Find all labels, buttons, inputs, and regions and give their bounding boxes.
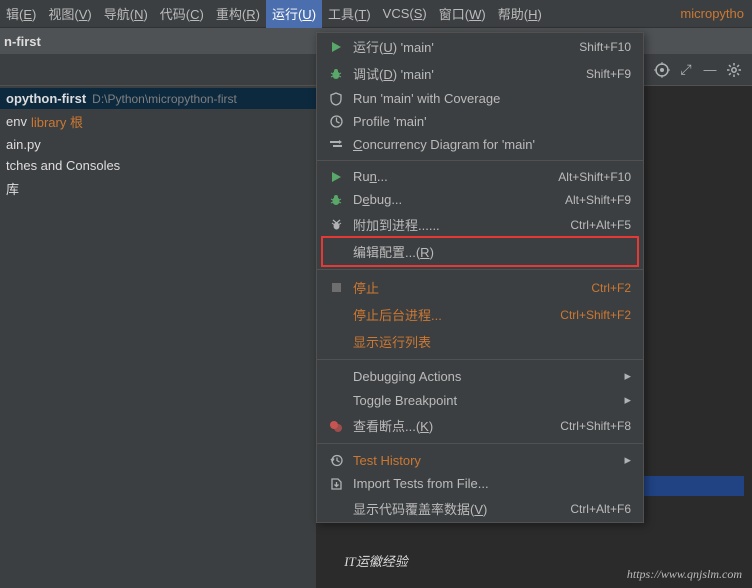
menu-item[interactable]: Profile 'main' [317,110,643,133]
menu-item[interactable]: 停止Ctrl+F2 [317,274,643,301]
project-sidebar: opython-firstD:\Python\micropython-first… [0,86,316,588]
menubar-title: micropytho [680,6,744,21]
play-icon [327,171,345,183]
menu-item-label: 显示运行列表 [353,332,631,351]
play-icon [327,41,345,53]
submenu-arrow-icon: ▸ [624,452,631,468]
menubar-item-重构[interactable]: 重构(R) [210,0,266,28]
collapse-icon[interactable]: — [700,60,720,80]
project-root[interactable]: opython-firstD:\Python\micropython-first [0,88,316,109]
menu-item-label: 运行(U) 'main' [353,37,579,56]
submenu-arrow-icon: ▸ [624,368,631,384]
run-dropdown: 运行(U) 'main'Shift+F10调试(D) 'main'Shift+F… [316,32,644,523]
menu-item-label: 附加到进程...... [353,215,570,234]
menu-item[interactable]: Run 'main' with Coverage [317,87,643,110]
titlebar-text: n-first [4,34,41,49]
bug-icon [327,193,345,207]
menu-item-label: Profile 'main' [353,114,631,129]
bug-icon [327,67,345,81]
import-icon [327,477,345,490]
menu-item-shortcut: Ctrl+Shift+F8 [560,419,631,433]
menu-item-label: 调试(D) 'main' [353,64,586,83]
menubar-item-运行[interactable]: 运行(U) [266,0,322,28]
expand-icon[interactable]: ⤢ [676,60,696,80]
menu-item-label: Run 'main' with Coverage [353,91,631,106]
menu-item-label: Debugging Actions [353,369,618,384]
menubar-item-VCS[interactable]: VCS(S) [377,1,433,26]
profile-icon [327,115,345,128]
menu-item[interactable]: Debugging Actions ▸ [317,364,643,388]
menubar-item-视图[interactable]: 视图(V) [42,0,97,28]
menu-item-shortcut: Ctrl+Alt+F5 [570,218,631,232]
menu-item-shortcut: Ctrl+F2 [591,281,631,295]
concurrency-icon [327,139,345,151]
menu-item-label: 显示代码覆盖率数据(V) [353,499,570,518]
gear-icon[interactable] [724,60,744,80]
menu-item[interactable]: 编辑配置...(R) [317,238,643,265]
menu-item[interactable]: 查看断点...(K)Ctrl+Shift+F8 [317,412,643,439]
menu-item-shortcut: Ctrl+Alt+F6 [570,502,631,516]
menu-item[interactable]: Debug...Alt+Shift+F9 [317,188,643,211]
menu-item[interactable]: 显示代码覆盖率数据(V)Ctrl+Alt+F6 [317,495,643,522]
tree-row[interactable]: 库 [0,176,316,201]
attach-icon [327,218,345,231]
menubar: 辑(E)视图(V)导航(N)代码(C)重构(R)运行(U)工具(T)VCS(S)… [0,0,752,28]
menu-item-label: Toggle Breakpoint [353,393,618,408]
menubar-item-帮助[interactable]: 帮助(H) [492,0,548,28]
menu-item-label: Debug... [353,192,565,207]
menubar-item-辑[interactable]: 辑(E) [0,0,42,28]
menubar-item-导航[interactable]: 导航(N) [98,0,154,28]
menu-item-label: Import Tests from File... [353,476,631,491]
menu-item[interactable]: 运行(U) 'main'Shift+F10 [317,33,643,60]
menu-item-label: Concurrency Diagram for 'main' [353,137,631,152]
menu-item-shortcut: Shift+F9 [586,67,631,81]
watermark-url: https://www.qnjslm.com [627,567,742,582]
menubar-item-工具[interactable]: 工具(T) [322,0,377,28]
submenu-arrow-icon: ▸ [624,392,631,408]
menu-item-label: 停止 [353,278,591,297]
stop-icon [327,282,345,293]
menu-item[interactable]: Toggle Breakpoint ▸ [317,388,643,412]
menu-item-label: 停止后台进程... [353,305,560,324]
menu-item[interactable]: Test History ▸ [317,448,643,472]
menubar-item-代码[interactable]: 代码(C) [154,0,210,28]
tree-row[interactable]: envlibrary 根 [0,109,316,134]
menu-item[interactable]: 显示运行列表 [317,328,643,355]
shield-icon [327,92,345,106]
history-icon [327,454,345,467]
menu-item[interactable]: 附加到进程......Ctrl+Alt+F5 [317,211,643,238]
menu-item-shortcut: Alt+Shift+F10 [558,170,631,184]
menu-item-label: Test History [353,453,618,468]
watermark-text: IT运徽经验 [344,551,408,570]
menu-item[interactable]: 调试(D) 'main'Shift+F9 [317,60,643,87]
tree-row[interactable]: ain.py [0,134,316,155]
menu-item-label: 查看断点...(K) [353,416,560,435]
menu-item-label: 编辑配置...(R) [353,242,631,261]
menu-item-label: Run... [353,169,558,184]
menu-separator [317,359,643,360]
menu-item-shortcut: Shift+F10 [579,40,631,54]
menu-item-shortcut: Alt+Shift+F9 [565,193,631,207]
menu-item[interactable]: Concurrency Diagram for 'main' [317,133,643,156]
menu-separator [317,269,643,270]
menu-item[interactable]: Run...Alt+Shift+F10 [317,165,643,188]
menu-item[interactable]: 停止后台进程...Ctrl+Shift+F2 [317,301,643,328]
tree-row[interactable]: tches and Consoles [0,155,316,176]
menu-separator [317,443,643,444]
target-icon[interactable] [652,60,672,80]
menubar-item-窗口[interactable]: 窗口(W) [433,0,492,28]
menu-item-shortcut: Ctrl+Shift+F2 [560,308,631,322]
bp-icon [327,420,345,432]
menu-item[interactable]: Import Tests from File... [317,472,643,495]
menu-separator [317,160,643,161]
